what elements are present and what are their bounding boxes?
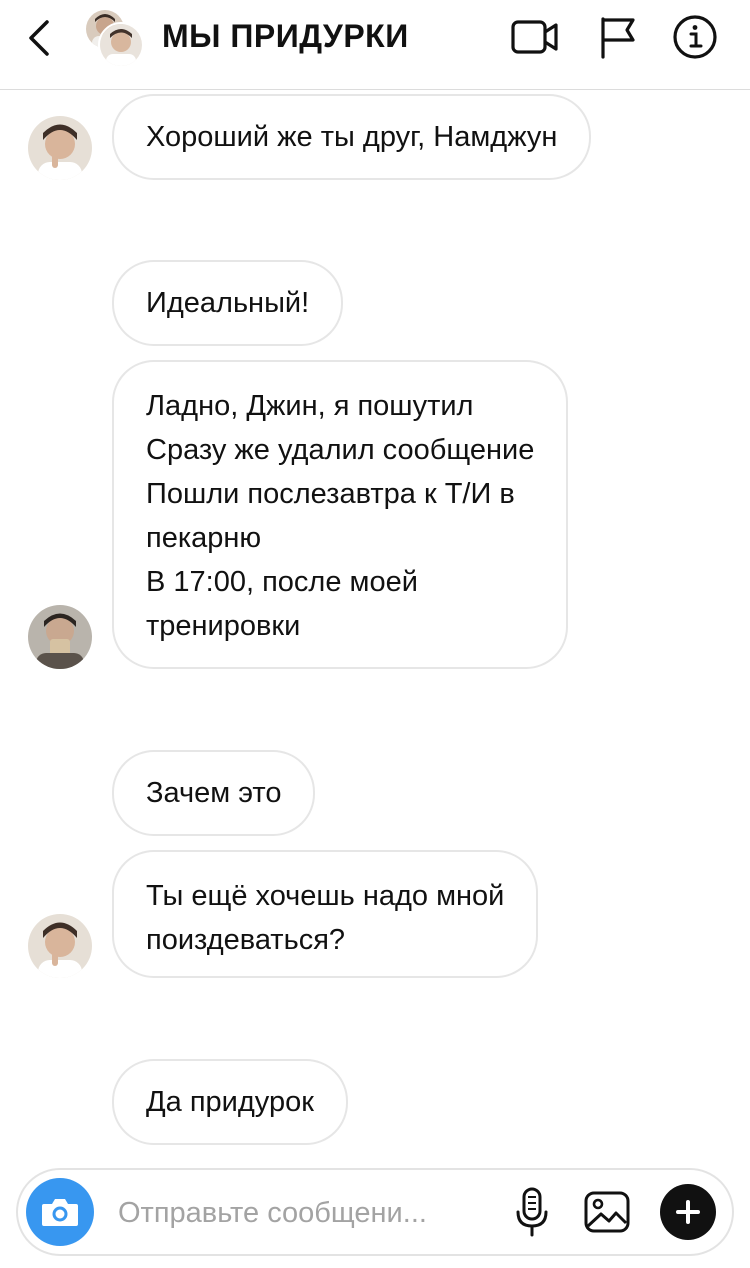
group-avatar[interactable] [84,8,144,68]
chat-header: МЫ ПРИДУРКИ [0,0,750,90]
camera-icon [42,1199,78,1226]
group-avatar-member-2 [98,22,144,68]
back-chevron-icon [29,20,49,56]
more-options-button[interactable] [660,1184,716,1240]
message-input[interactable] [118,1186,480,1240]
report-flag-button[interactable] [590,12,644,62]
message-bubble[interactable]: Ты ещё хочешь надо мной поиздеваться? [112,850,539,978]
microphone-icon [516,1187,548,1237]
message-bubble[interactable]: Ладно, Джин, я пошутил Сразу же удалил с… [112,360,569,669]
message-text-line: поиздеваться? [146,924,346,956]
message-text: Хороший же ты друг, Намджун [146,121,558,153]
flag-icon [601,17,635,59]
info-icon [673,15,717,59]
message-bubble[interactable]: Да придурок [112,1059,348,1145]
message-text: Да придурок [146,1086,314,1118]
video-call-icon [511,20,558,54]
sender-avatar[interactable] [28,605,92,669]
plus-icon [676,1200,700,1224]
message-text-line: Ладно, Джин, я пошутил [146,390,474,422]
message-text-line: Ты ещё хочешь надо мной [146,880,505,912]
chat-title[interactable]: МЫ ПРИДУРКИ [162,18,409,55]
message-text-line: В 17:00, после моей [146,566,418,598]
voice-message-button[interactable] [506,1184,558,1240]
info-button[interactable] [668,12,722,62]
message-composer [16,1168,734,1256]
message-text-line: Сразу же удалил сообщение [146,434,535,466]
message-bubble[interactable]: Хороший же ты друг, Намджун [112,94,592,180]
message-text-line: пекарню [146,522,262,554]
back-button[interactable] [18,16,58,60]
message-text: Зачем это [146,777,282,809]
message-bubble[interactable]: Идеальный! [112,260,344,346]
sender-avatar[interactable] [28,914,92,978]
message-text-line: тренировки [146,610,301,642]
gallery-button[interactable] [578,1184,636,1240]
gallery-icon [584,1191,630,1233]
sender-avatar[interactable] [28,116,92,180]
video-call-button[interactable] [508,12,562,62]
message-bubble[interactable]: Зачем это [112,750,316,836]
message-text-line: Пошли послезавтра к Т/И в [146,478,515,510]
message-text: Идеальный! [146,287,310,319]
camera-button[interactable] [26,1178,94,1246]
